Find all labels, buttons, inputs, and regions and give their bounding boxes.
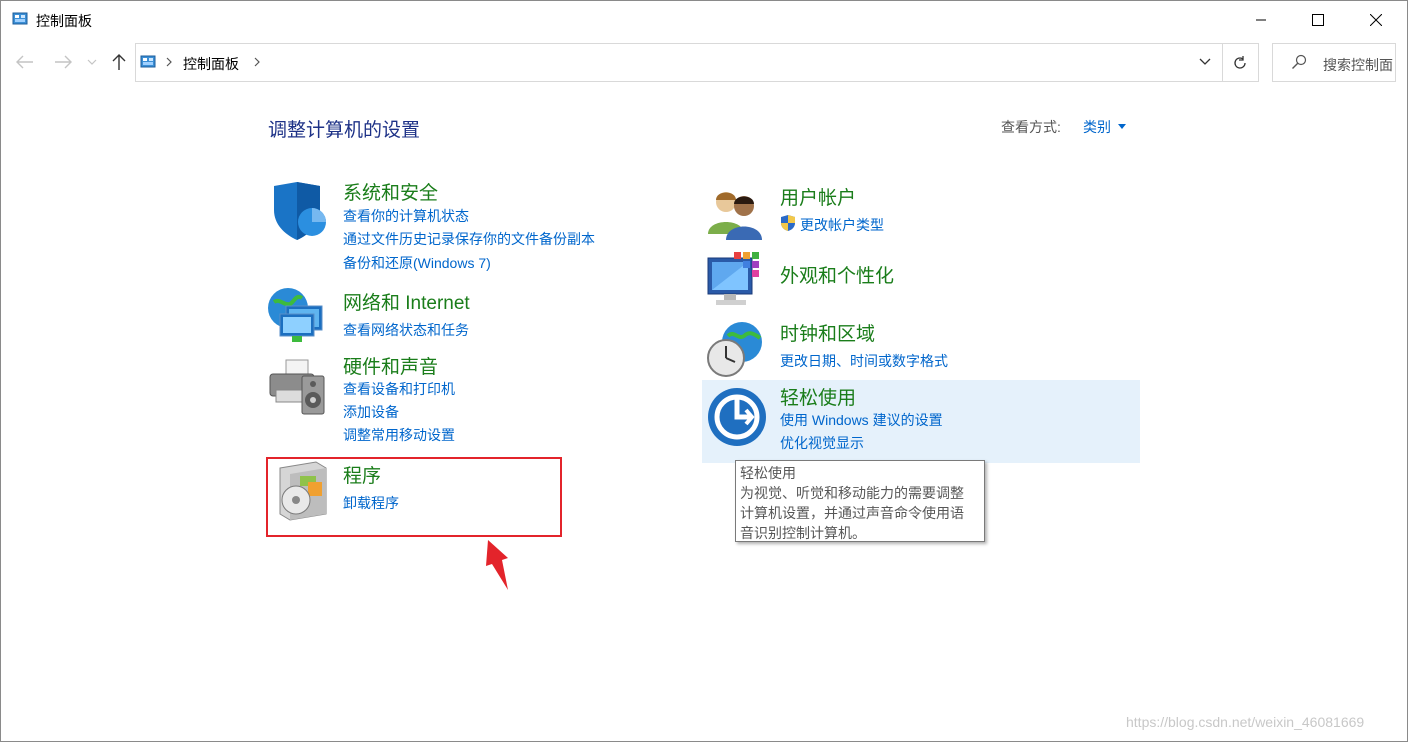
link-backup-restore[interactable]: 备份和还原(Windows 7) <box>343 253 491 273</box>
back-arrow-icon <box>16 55 33 69</box>
category-network-internet[interactable]: 网络和 Internet <box>343 288 470 315</box>
maximize-icon <box>1312 13 1324 26</box>
refresh-icon <box>1233 55 1246 69</box>
title-bar: 控制面板 <box>1 1 1407 38</box>
tooltip-line: 轻松使用 <box>740 465 796 481</box>
link-change-account-type[interactable]: 更改帐户类型 <box>800 215 884 235</box>
view-by-arrow-icon[interactable] <box>1118 124 1126 129</box>
link-change-date-time[interactable]: 更改日期、时间或数字格式 <box>780 351 948 371</box>
address-bar[interactable]: 控制面板 <box>135 43 1223 82</box>
chevron-right-icon[interactable] <box>253 57 261 67</box>
link-view-computer-status[interactable]: 查看你的计算机状态 <box>343 206 469 226</box>
category-appearance[interactable]: 外观和个性化 <box>780 261 894 288</box>
link-recommended-settings[interactable]: 使用 Windows 建议的设置 <box>780 410 943 430</box>
search-icon <box>1292 54 1307 69</box>
refresh-button[interactable] <box>1221 43 1259 82</box>
up-arrow-icon <box>112 54 126 70</box>
link-devices-printers[interactable]: 查看设备和打印机 <box>343 379 455 399</box>
security-shield-icon[interactable] <box>266 180 328 242</box>
breadcrumb-control-panel[interactable]: 控制面板 <box>183 54 239 74</box>
printer-speaker-icon[interactable] <box>266 356 328 418</box>
search-input[interactable]: 搜索控制面板 <box>1323 55 1393 75</box>
recent-locations-button[interactable] <box>83 50 101 74</box>
minimize-button[interactable] <box>1238 1 1284 38</box>
control-panel-icon <box>12 12 28 25</box>
watermark: https://blog.csdn.net/weixin_46081669 <box>1126 714 1365 730</box>
link-optimize-visual-display[interactable]: 优化视觉显示 <box>780 433 864 453</box>
tooltip-line: 为视觉、听觉和移动能力的需要调整 <box>740 485 964 501</box>
control-panel-icon <box>140 55 156 68</box>
ease-of-access-icon[interactable] <box>706 386 768 448</box>
tooltip-line: 计算机设置，并通过声音命令使用语 <box>740 505 964 521</box>
category-user-accounts[interactable]: 用户帐户 <box>780 183 856 210</box>
link-file-history[interactable]: 通过文件历史记录保存你的文件备份副本 <box>343 229 595 249</box>
tooltip-line: 音识别控制计算机。 <box>740 525 866 541</box>
view-by-label: 查看方式: <box>1001 119 1061 135</box>
link-add-device[interactable]: 添加设备 <box>343 402 399 422</box>
address-dropdown-icon[interactable] <box>1198 53 1212 69</box>
back-button[interactable] <box>13 50 37 74</box>
minimize-icon <box>1256 19 1266 20</box>
view-by-dropdown[interactable]: 类别 <box>1083 117 1111 137</box>
ease-of-access-tooltip: 轻松使用 为视觉、听觉和移动能力的需要调整 计算机设置，并通过声音命令使用语 音… <box>735 460 985 542</box>
annotation-highlight-box <box>266 457 562 537</box>
link-network-status[interactable]: 查看网络状态和任务 <box>343 320 469 340</box>
up-button[interactable] <box>107 50 131 74</box>
category-system-security[interactable]: 系统和安全 <box>343 178 438 205</box>
forward-button[interactable] <box>51 50 75 74</box>
recent-dropdown-icon <box>87 59 97 65</box>
window-title: 控制面板 <box>36 13 92 29</box>
chevron-right-icon[interactable] <box>165 57 173 67</box>
category-hardware-sound[interactable]: 硬件和声音 <box>343 352 438 379</box>
uac-shield-icon <box>781 215 795 231</box>
category-clock-region[interactable]: 时钟和区域 <box>780 319 875 346</box>
close-button[interactable] <box>1353 1 1399 38</box>
category-ease-of-access[interactable]: 轻松使用 <box>780 383 856 410</box>
annotation-arrow-icon <box>486 540 508 590</box>
user-accounts-icon[interactable] <box>704 184 766 246</box>
search-box[interactable]: 搜索控制面板 <box>1272 43 1396 82</box>
forward-arrow-icon <box>55 55 72 69</box>
page-title: 调整计算机的设置 <box>268 120 421 141</box>
clock-globe-icon[interactable] <box>704 318 766 380</box>
maximize-button[interactable] <box>1295 1 1341 38</box>
appearance-monitor-icon[interactable] <box>704 250 766 312</box>
close-icon <box>1370 13 1382 26</box>
link-mobility-settings[interactable]: 调整常用移动设置 <box>343 425 455 445</box>
network-globe-icon[interactable] <box>266 284 328 346</box>
